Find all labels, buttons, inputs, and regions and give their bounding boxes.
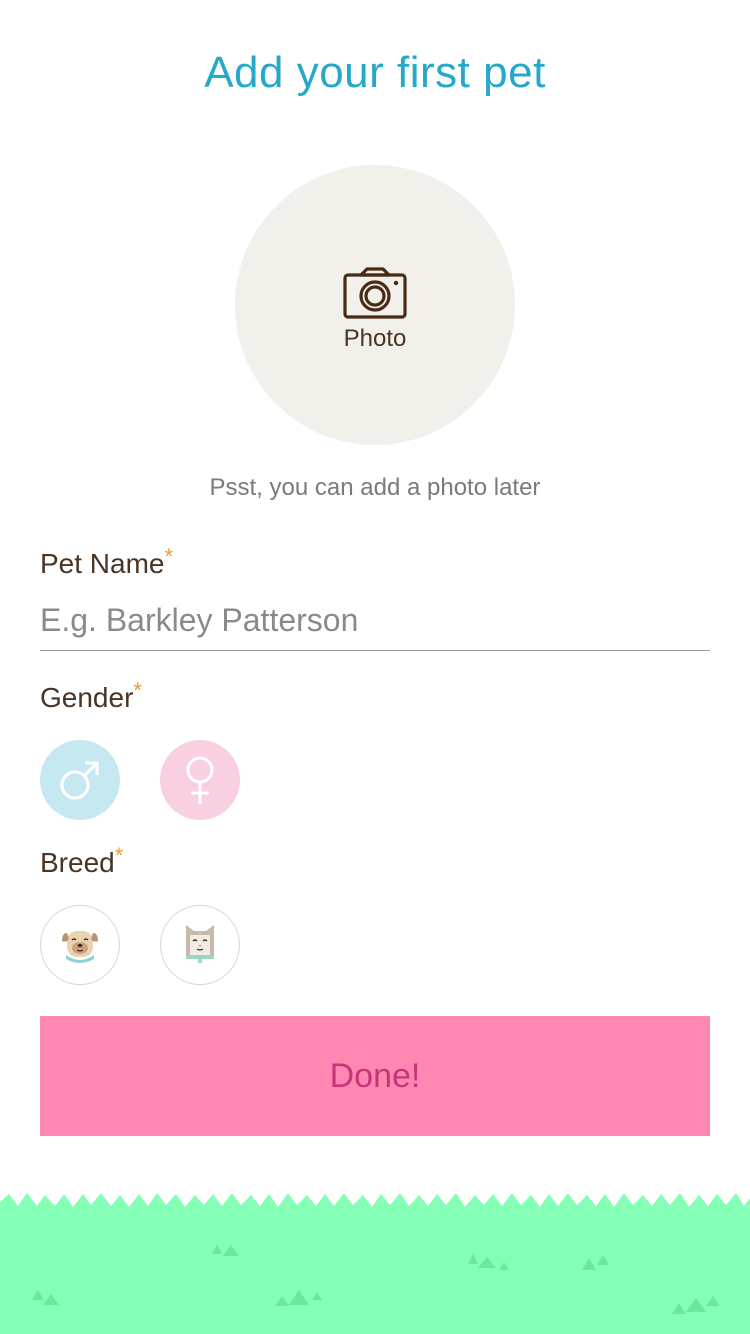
photo-label: Photo bbox=[343, 325, 407, 352]
page-title: Add your first pet bbox=[204, 48, 546, 97]
photo-hint: Psst, you can add a photo later bbox=[209, 474, 541, 501]
required-mark: * bbox=[164, 544, 174, 569]
dog-icon bbox=[62, 931, 98, 963]
gender-label: Gender* bbox=[40, 678, 142, 714]
pet-name-label: Pet Name* bbox=[40, 544, 173, 580]
breed-dog-button[interactable] bbox=[40, 905, 120, 985]
female-symbol-icon bbox=[186, 756, 214, 804]
male-symbol-icon bbox=[60, 761, 99, 800]
gender-female-button[interactable] bbox=[160, 740, 240, 820]
add-photo-button[interactable]: Photo bbox=[235, 165, 515, 445]
pet-name-input[interactable] bbox=[40, 590, 710, 651]
breed-label: Breed* bbox=[40, 843, 123, 879]
grass-decoration bbox=[0, 1193, 750, 1334]
breed-cat-button[interactable] bbox=[160, 905, 240, 985]
breed-label-text: Breed bbox=[40, 847, 115, 878]
cat-icon bbox=[186, 925, 214, 963]
required-mark: * bbox=[114, 843, 124, 868]
gender-male-button[interactable] bbox=[40, 740, 120, 820]
required-mark: * bbox=[133, 678, 142, 703]
gender-label-text: Gender bbox=[40, 682, 134, 713]
camera-icon bbox=[343, 267, 407, 319]
done-button[interactable]: Done! bbox=[40, 1016, 710, 1136]
pet-name-label-text: Pet Name bbox=[40, 548, 165, 579]
